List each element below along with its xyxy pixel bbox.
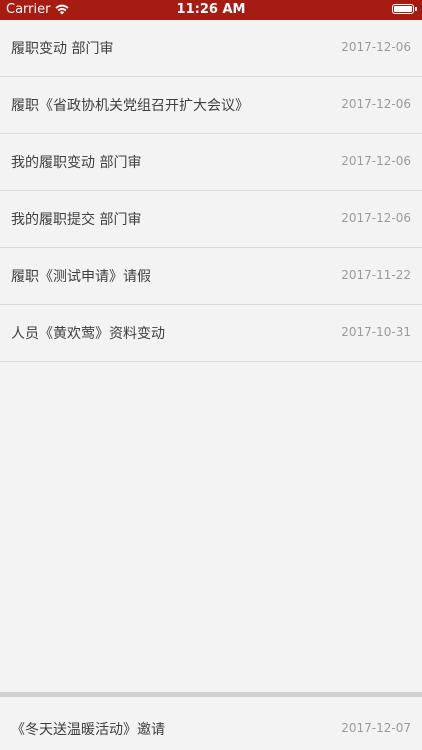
list-item-title: 人员《黄欢莺》资料变动 (11, 326, 165, 342)
list-item-date: 2017-12-06 (341, 40, 411, 54)
list-item[interactable]: 我的履职提交 部门审 2017-12-06 (0, 191, 422, 248)
list-item-date: 2017-12-06 (341, 97, 411, 111)
list-item-title: 履职《测试申请》请假 (11, 269, 151, 285)
status-time: 11:26 AM (176, 2, 246, 17)
list-item[interactable]: 履职变动 部门审 2017-12-06 (0, 20, 422, 77)
list-item-title: 我的履职变动 部门审 (11, 155, 142, 171)
list-item-title: 履职变动 部门审 (11, 41, 114, 57)
list-item[interactable]: 人员《黄欢莺》资料变动 2017-10-31 (0, 305, 422, 362)
battery-tip (415, 7, 417, 11)
bottom-notification-panel: 《冬天送温暖活动》邀请 2017-12-07 (0, 692, 422, 750)
list-item-title: 履职《省政协机关党组召开扩大会议》 (11, 98, 249, 114)
list-item[interactable]: 履职《测试申请》请假 2017-11-22 (0, 248, 422, 305)
battery-fill (394, 6, 412, 12)
status-bar: Carrier 11:26 AM (0, 0, 422, 20)
list-item-date: 2017-12-06 (341, 211, 411, 225)
list-item-date: 2017-12-06 (341, 154, 411, 168)
list-item[interactable]: 履职《省政协机关党组召开扩大会议》 2017-12-06 (0, 77, 422, 134)
notification-list: 履职变动 部门审 2017-12-06 履职《省政协机关党组召开扩大会议》 20… (0, 20, 422, 362)
bottom-item-title: 《冬天送温暖活动》邀请 (11, 722, 165, 738)
list-item-date: 2017-11-22 (341, 268, 411, 282)
list-item-title: 我的履职提交 部门审 (11, 212, 142, 228)
bottom-list-item[interactable]: 《冬天送温暖活动》邀请 2017-12-07 (0, 697, 422, 750)
list-item[interactable]: 我的履职变动 部门审 2017-12-06 (0, 134, 422, 191)
bottom-item-date: 2017-12-07 (341, 721, 411, 735)
battery-icon (392, 4, 417, 14)
list-item-date: 2017-10-31 (341, 325, 411, 339)
